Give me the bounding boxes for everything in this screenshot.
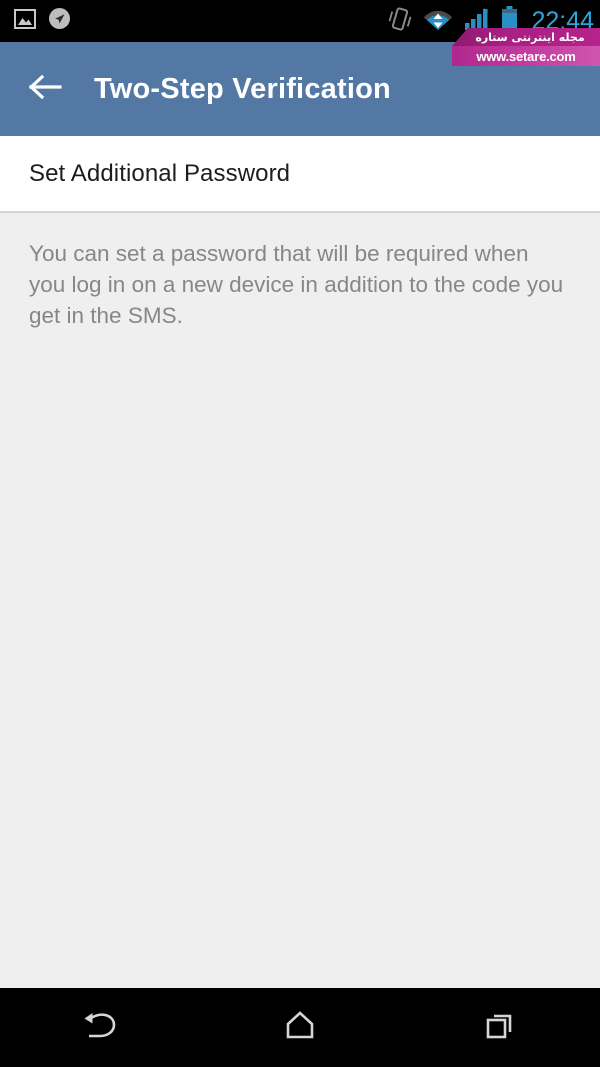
section-header-label: Set Additional Password <box>29 160 291 187</box>
status-bar-right-icons: 22:44 <box>388 0 594 42</box>
battery-icon <box>501 5 518 37</box>
cellular-signal-icon <box>464 7 490 36</box>
screenshot-image-icon <box>14 8 36 34</box>
content-area: You can set a password that will be requ… <box>0 213 600 988</box>
wifi-icon <box>423 7 453 36</box>
phone-screen: 22:44 مجله اینترنتی ستاره www.setare.com… <box>0 0 600 1067</box>
vibrate-icon <box>388 6 412 37</box>
nav-back-button[interactable] <box>0 988 200 1067</box>
nav-recents-button[interactable] <box>400 988 600 1067</box>
android-navigation-bar <box>0 988 600 1067</box>
nav-recents-icon <box>483 1008 517 1047</box>
status-bar-left-icons <box>14 0 71 42</box>
location-arrow-icon <box>48 7 71 35</box>
nav-home-button[interactable] <box>200 988 400 1067</box>
status-bar-clock: 22:44 <box>531 7 594 35</box>
action-bar: Two-Step Verification <box>0 42 600 136</box>
back-button[interactable] <box>27 71 63 107</box>
nav-home-icon <box>283 1008 317 1047</box>
section-header-set-additional-password[interactable]: Set Additional Password <box>0 136 600 212</box>
back-arrow-icon <box>28 73 62 106</box>
description-text: You can set a password that will be requ… <box>29 241 564 328</box>
page-title: Two-Step Verification <box>94 72 391 105</box>
status-bar: 22:44 <box>0 0 600 42</box>
nav-back-icon <box>80 1007 120 1048</box>
